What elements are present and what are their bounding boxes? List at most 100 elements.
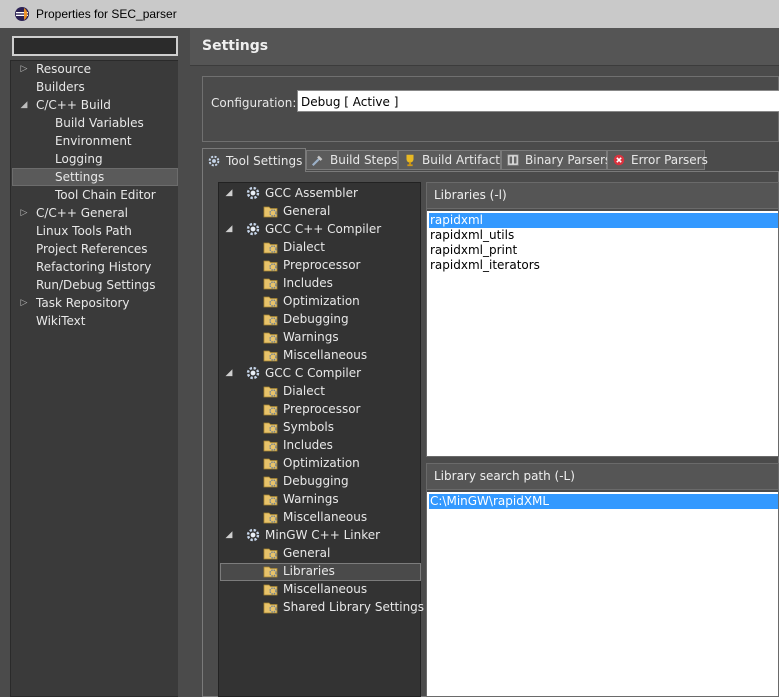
nav-item[interactable]: Project References	[36, 240, 148, 258]
tree-option-node[interactable]: Preprocessor	[263, 256, 360, 274]
nav-item[interactable]: Builders	[36, 78, 85, 96]
tree-option-node[interactable]: Optimization	[263, 454, 360, 472]
property-pages-nav: ▷ Resource Builders ◢ C/C++ Build Build Varia…	[0, 28, 190, 697]
tree-option-node[interactable]: Libraries	[263, 562, 335, 580]
tree-node-label: GCC C++ Compiler	[265, 222, 382, 236]
list-item[interactable]: rapidxml_print	[429, 243, 517, 258]
expand-arrow-icon[interactable]: ▷	[18, 204, 30, 222]
nav-item-label: Environment	[55, 134, 132, 148]
tree-node-label: Includes	[283, 276, 333, 290]
tree-option-node[interactable]: Miscellaneous	[263, 508, 367, 526]
tree-option-node[interactable]: General	[263, 202, 330, 220]
nav-item-label: Task Repository	[36, 296, 130, 310]
nav-item-label: Tool Chain Editor	[55, 188, 156, 202]
libraries-list[interactable]: rapidxml rapidxml_utils rapidxml_print rapi…	[427, 211, 778, 456]
page-title: Settings	[202, 38, 269, 54]
list-item[interactable]: rapidxml	[429, 213, 778, 228]
tree-option-node[interactable]: Symbols	[263, 418, 334, 436]
tree-option-node[interactable]: Warnings	[263, 328, 339, 346]
folder-options-icon	[263, 581, 279, 597]
tree-node-label: Miscellaneous	[283, 582, 368, 596]
folder-options-icon	[263, 473, 279, 489]
nav-item[interactable]: Settings	[55, 168, 104, 186]
nav-item[interactable]: Environment	[55, 132, 132, 150]
nav-item[interactable]: ◢ C/C++ Build	[21, 96, 111, 114]
tree-node-label: Debugging	[283, 474, 349, 488]
list-item[interactable]: C:\MinGW\rapidXML	[429, 494, 778, 509]
filter-input[interactable]	[14, 38, 176, 54]
tree-tool-node[interactable]: ◢ GCC C Compiler	[226, 364, 362, 382]
tab-build-artifact[interactable]: Build Artifact	[398, 150, 501, 170]
page-header: Settings	[190, 28, 779, 66]
tree-option-node[interactable]: Miscellaneous	[263, 580, 367, 598]
tree-option-node[interactable]: Debugging	[263, 310, 349, 328]
collapse-arrow-icon[interactable]: ◢	[223, 364, 235, 382]
tree-option-node[interactable]: Optimization	[263, 292, 360, 310]
tree-tool-node[interactable]: ◢ MinGW C++ Linker	[226, 526, 381, 544]
tree-node-label: Optimization	[283, 456, 360, 470]
tree-option-node[interactable]: Dialect	[263, 382, 325, 400]
folder-options-icon	[263, 599, 279, 615]
nav-item[interactable]: Build Variables	[55, 114, 144, 132]
tree-node-label: Preprocessor	[283, 402, 361, 416]
libraries-panel: Libraries (-l) rapidxml rapidxml_utils rap…	[426, 182, 779, 457]
tab-label: Error Parsers	[631, 153, 708, 167]
folder-options-icon	[263, 563, 279, 579]
nav-item-label: Refactoring History	[36, 260, 152, 274]
tree-node-label: Libraries	[283, 564, 335, 578]
tree-option-node[interactable]: Includes	[263, 274, 333, 292]
folder-options-icon	[263, 275, 279, 291]
library-paths-list[interactable]: C:\MinGW\rapidXML	[427, 492, 778, 696]
tree-option-node[interactable]: Shared Library Settings	[263, 598, 424, 616]
nav-item[interactable]: WikiText	[36, 312, 86, 330]
window-title-bar[interactable]: Properties for SEC_parser	[0, 0, 779, 28]
folder-options-icon	[263, 293, 279, 309]
tab-tool-settings[interactable]: Tool Settings	[202, 148, 306, 172]
folder-options-icon	[263, 329, 279, 345]
tab-build-steps[interactable]: Build Steps	[306, 150, 398, 170]
nav-item-label: Run/Debug Settings	[36, 278, 156, 292]
collapse-arrow-icon[interactable]: ◢	[223, 526, 235, 544]
tree-option-node[interactable]: Dialect	[263, 238, 325, 256]
tab-label: Tool Settings	[226, 153, 303, 168]
expand-arrow-icon[interactable]: ▷	[18, 294, 30, 312]
tree-node-label: Symbols	[283, 420, 334, 434]
trophy-icon	[403, 152, 417, 168]
nav-item[interactable]: Run/Debug Settings	[36, 276, 156, 294]
tab-label: Binary Parsers	[525, 153, 612, 167]
error-icon	[612, 152, 626, 168]
folder-options-icon	[263, 437, 279, 453]
tree-option-node[interactable]: Miscellaneous	[263, 346, 367, 364]
tree-option-node[interactable]: Preprocessor	[263, 400, 360, 418]
collapse-arrow-icon[interactable]: ◢	[18, 96, 30, 114]
tab-error-parsers[interactable]: Error Parsers	[607, 150, 708, 170]
tree-node-label: GCC Assembler	[265, 186, 358, 200]
tree-tool-node[interactable]: ◢ GCC Assembler	[226, 184, 358, 202]
filter-field[interactable]	[12, 36, 178, 56]
tab-binary-parsers[interactable]: Binary Parsers	[501, 150, 611, 170]
tree-option-node[interactable]: General	[263, 544, 330, 562]
nav-item[interactable]: Tool Chain Editor	[55, 186, 156, 204]
list-item[interactable]: rapidxml_iterators	[429, 258, 540, 273]
nav-item[interactable]: ▷ Task Repository	[21, 294, 130, 312]
expand-arrow-icon[interactable]: ▷	[18, 60, 30, 78]
collapse-arrow-icon[interactable]: ◢	[223, 184, 235, 202]
tree-node-label: Miscellaneous	[283, 348, 368, 362]
nav-item[interactable]: Logging	[55, 150, 103, 168]
nav-item[interactable]: ▷ C/C++ General	[21, 204, 128, 222]
folder-options-icon	[263, 257, 279, 273]
list-item[interactable]: rapidxml_utils	[429, 228, 514, 243]
tree-option-node[interactable]: Includes	[263, 436, 333, 454]
nav-item[interactable]: Refactoring History	[36, 258, 151, 276]
tree-option-node[interactable]: Warnings	[263, 490, 339, 508]
eclipse-icon	[15, 7, 29, 21]
nav-item[interactable]: ▷ Resource	[21, 60, 92, 78]
folder-options-icon	[263, 455, 279, 471]
collapse-arrow-icon[interactable]: ◢	[223, 220, 235, 238]
folder-options-icon	[263, 239, 279, 255]
nav-scrollbar[interactable]	[178, 60, 190, 697]
tree-tool-node[interactable]: ◢ GCC C++ Compiler	[226, 220, 382, 238]
nav-item[interactable]: Linux Tools Path	[36, 222, 132, 240]
configuration-select[interactable]: Debug [ Active ]	[297, 90, 779, 112]
tree-option-node[interactable]: Debugging	[263, 472, 349, 490]
